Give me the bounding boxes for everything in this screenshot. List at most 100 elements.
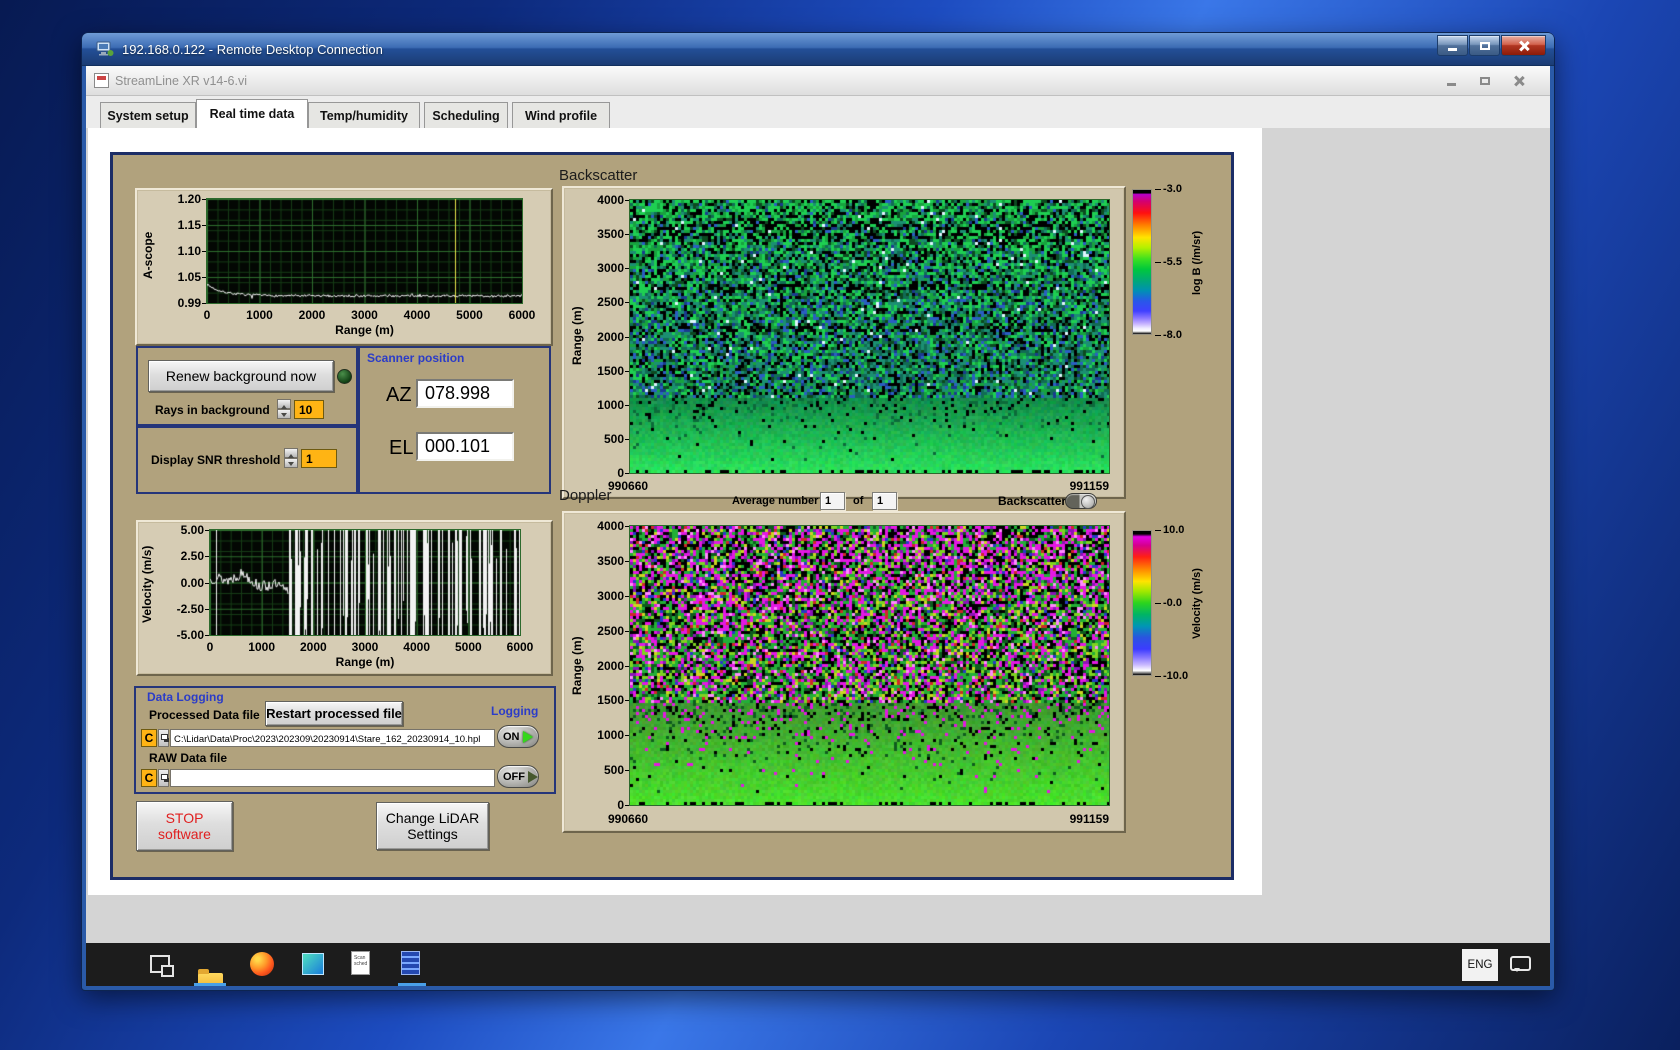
doppler-x-start: 990660 [608, 812, 649, 826]
rays-value-field[interactable]: 10 [294, 400, 324, 419]
ascope-y-axis-label: A-scope [141, 231, 155, 279]
tick-label: 0.99 [177, 296, 207, 310]
rays-spinner[interactable] [277, 399, 291, 419]
minimize-icon [1448, 48, 1457, 51]
tick-label: 2000 [298, 308, 326, 322]
average-number-field[interactable]: 1 [820, 492, 845, 510]
app-titlebar[interactable]: StreamLine XR v14-6.vi [86, 66, 1550, 96]
rdp-minimize-button[interactable] [1437, 35, 1468, 56]
tick-label: 4000 [403, 308, 431, 322]
az-label: AZ [386, 384, 412, 406]
tick-label: 500 [603, 431, 630, 446]
snr-value-field[interactable]: 1 [301, 449, 337, 468]
raw-logging-toggle[interactable]: OFF [497, 765, 539, 788]
backscatter-colorbar-label: log B (/m/sr) [1191, 230, 1203, 295]
stop-button-line1: STOP [165, 810, 204, 826]
ascope-x-ticks: 0 1000 2000 3000 4000 5000 6000 [203, 308, 536, 322]
tick-label: 2000 [597, 658, 629, 673]
renew-background-button[interactable]: Renew background now [148, 360, 334, 392]
tick-label: 500 [603, 763, 630, 778]
processed-drive-selector[interactable]: C [141, 729, 157, 747]
tab-temp-humidity[interactable]: Temp/humidity [308, 102, 420, 128]
backscatter-colorbar [1132, 189, 1152, 335]
average-number-label: Average number [732, 495, 819, 507]
processed-path-field[interactable] [170, 729, 495, 747]
tick-label: 0 [203, 308, 211, 322]
tick-label: 1.05 [177, 270, 207, 284]
rdp-maximize-button[interactable] [1469, 35, 1500, 56]
rdp-window: 192.168.0.122 - Remote Desktop Connectio… [82, 33, 1554, 990]
tick-label: 5000 [456, 308, 483, 322]
tick-label: 1000 [246, 308, 273, 322]
change-lidar-settings-button[interactable]: Change LiDAR Settings [376, 802, 489, 850]
minimize-icon [1446, 82, 1456, 86]
processed-data-file-label: Processed Data file [149, 708, 260, 722]
app-window-title: StreamLine XR v14-6.vi [115, 73, 248, 88]
doppler-heatmap [629, 525, 1110, 806]
scanner-position-box: Scanner position AZ 078.998 EL 000.101 [358, 346, 551, 494]
rdp-close-button[interactable] [1501, 35, 1546, 56]
average-total-field[interactable]: 1 [872, 492, 897, 510]
stop-software-button[interactable]: STOP software [136, 801, 233, 851]
backscatter-toggle-label: Backscatter [998, 494, 1067, 508]
app-minimize-button[interactable] [1434, 71, 1468, 91]
close-icon [1518, 40, 1530, 52]
tab-strip: System setup Real time data Temp/humidit… [86, 96, 1550, 128]
tick-label: 2.50 [180, 549, 210, 564]
language-indicator[interactable]: ENG [1462, 949, 1498, 981]
taskbar: Scan sched ENG [86, 943, 1550, 986]
raw-path-field[interactable] [170, 769, 495, 787]
notification-chat-icon[interactable] [1510, 956, 1531, 972]
backscatter-display-toggle[interactable] [1065, 493, 1097, 509]
tick-label: -3.0 [1155, 183, 1182, 195]
tick-label: 1000 [597, 728, 629, 743]
rdp-titlebar[interactable]: 192.168.0.122 - Remote Desktop Connectio… [82, 33, 1554, 66]
tick-label: -0.0 [1155, 597, 1182, 609]
backscatter-section-title: Backscatter [559, 167, 638, 184]
tab-scheduling[interactable]: Scheduling [424, 102, 508, 128]
tick-label: 5000 [454, 640, 482, 654]
photos-app-icon[interactable] [302, 953, 324, 975]
tick-label: 0 [206, 640, 214, 654]
snr-spinner[interactable] [284, 448, 298, 468]
tick-label: 5.00 [180, 523, 210, 537]
tab-system-setup[interactable]: System setup [100, 102, 196, 128]
raw-browse-icon[interactable] [158, 769, 169, 787]
scan-schedule-file-icon[interactable]: Scan sched [351, 951, 370, 975]
tab-real-time-data[interactable]: Real time data [196, 99, 308, 128]
doppler-graph-box: Range (m) 4000 3500 3000 2500 2000 1500 1000 50… [562, 511, 1126, 833]
velocity-x-ticks: 0 1000 2000 3000 4000 5000 6000 [206, 640, 534, 654]
content-background: A-scope 1.20 1.15 1.10 1.05 0.99 0 1000 2000 30… [88, 128, 1262, 895]
raw-drive-selector[interactable]: C [141, 769, 157, 787]
app-restore-button[interactable] [1468, 71, 1502, 91]
decrement-icon[interactable] [284, 458, 298, 468]
tick-label: 1.15 [177, 218, 207, 232]
task-view-icon[interactable] [150, 955, 174, 977]
tick-label: 2500 [597, 623, 629, 638]
restart-processed-file-button[interactable]: Restart processed file [265, 701, 403, 726]
tab-wind-profile[interactable]: Wind profile [512, 102, 610, 128]
tick-label: 0 [617, 798, 629, 812]
change-button-line1: Change LiDAR [385, 810, 480, 826]
logging-label: Logging [491, 704, 539, 718]
firefox-icon[interactable] [250, 952, 274, 976]
snr-threshold-label: Display SNR threshold [151, 453, 281, 467]
log-document-icon[interactable] [401, 951, 420, 975]
tick-label: -2.50 [176, 601, 210, 616]
tick-label: 10.0 [1154, 524, 1185, 536]
velocity-y-axis-label: Velocity (m/s) [140, 545, 154, 624]
restore-icon [1480, 77, 1490, 85]
app-close-button[interactable] [1502, 71, 1536, 91]
toggle-arrow-icon [522, 730, 533, 743]
tick-label: 3000 [351, 640, 379, 654]
increment-icon[interactable] [284, 448, 298, 458]
stop-button-line2: software [158, 826, 211, 842]
tick-label: -10.0 [1154, 670, 1189, 682]
increment-icon[interactable] [277, 399, 291, 409]
processed-logging-toggle[interactable]: ON [497, 725, 539, 748]
decrement-icon[interactable] [277, 409, 291, 419]
tick-label: 1000 [597, 397, 629, 412]
doppler-colorbar-label: Velocity (m/s) [1191, 568, 1203, 639]
off-label: OFF [503, 770, 525, 783]
processed-browse-icon[interactable] [158, 729, 169, 747]
